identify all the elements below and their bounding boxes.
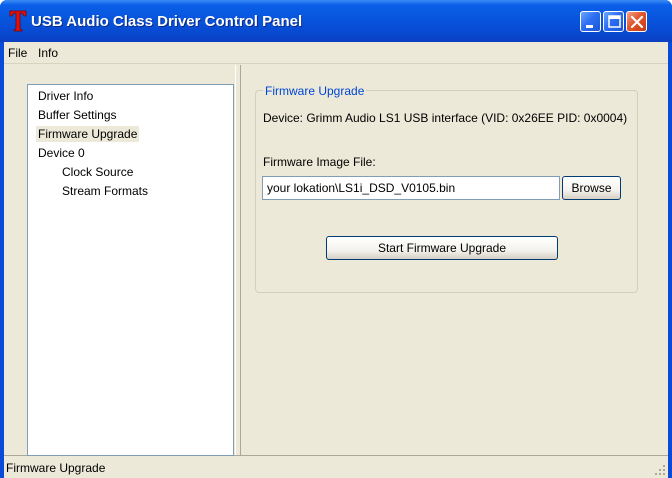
tree-item-driver-info[interactable]: Driver Info — [36, 88, 95, 104]
close-icon — [630, 15, 644, 29]
maximize-icon — [608, 15, 621, 28]
status-text: Firmware Upgrade — [6, 461, 106, 475]
firmware-file-label: Firmware Image File: — [263, 155, 376, 169]
panel-splitter[interactable] — [235, 65, 241, 467]
maximize-button[interactable] — [603, 11, 624, 32]
menu-bar: File Info — [4, 42, 668, 64]
title-bar[interactable]: USB Audio Class Driver Control Panel — [0, 0, 672, 42]
tree-item-buffer-settings[interactable]: Buffer Settings — [36, 107, 119, 123]
window-title: USB Audio Class Driver Control Panel — [31, 13, 303, 30]
status-bar: Firmware Upgrade — [4, 455, 668, 478]
navigation-tree[interactable]: Driver Info Buffer Settings Firmware Upg… — [27, 84, 234, 456]
tree-item-stream-formats[interactable]: Stream Formats — [60, 183, 150, 199]
tree-item-device-0[interactable]: Device 0 — [36, 145, 87, 161]
browse-button[interactable]: Browse — [562, 176, 621, 200]
resize-grip-icon[interactable] — [654, 464, 666, 476]
firmware-file-input[interactable] — [262, 176, 560, 200]
start-firmware-upgrade-button[interactable]: Start Firmware Upgrade — [326, 236, 558, 260]
group-title: Firmware Upgrade — [263, 84, 367, 98]
minimize-icon — [586, 25, 593, 28]
app-window: USB Audio Class Driver Control Panel Fil… — [0, 0, 672, 478]
minimize-button[interactable] — [580, 11, 601, 32]
tree-item-firmware-upgrade[interactable]: Firmware Upgrade — [36, 126, 140, 142]
red-t-icon — [9, 10, 27, 32]
device-info-text: Device: Grimm Audio LS1 USB interface (V… — [263, 111, 628, 125]
menu-file[interactable]: File — [8, 46, 27, 60]
close-button[interactable] — [626, 11, 647, 32]
menu-info[interactable]: Info — [38, 46, 58, 60]
tree-item-clock-source[interactable]: Clock Source — [60, 164, 135, 180]
